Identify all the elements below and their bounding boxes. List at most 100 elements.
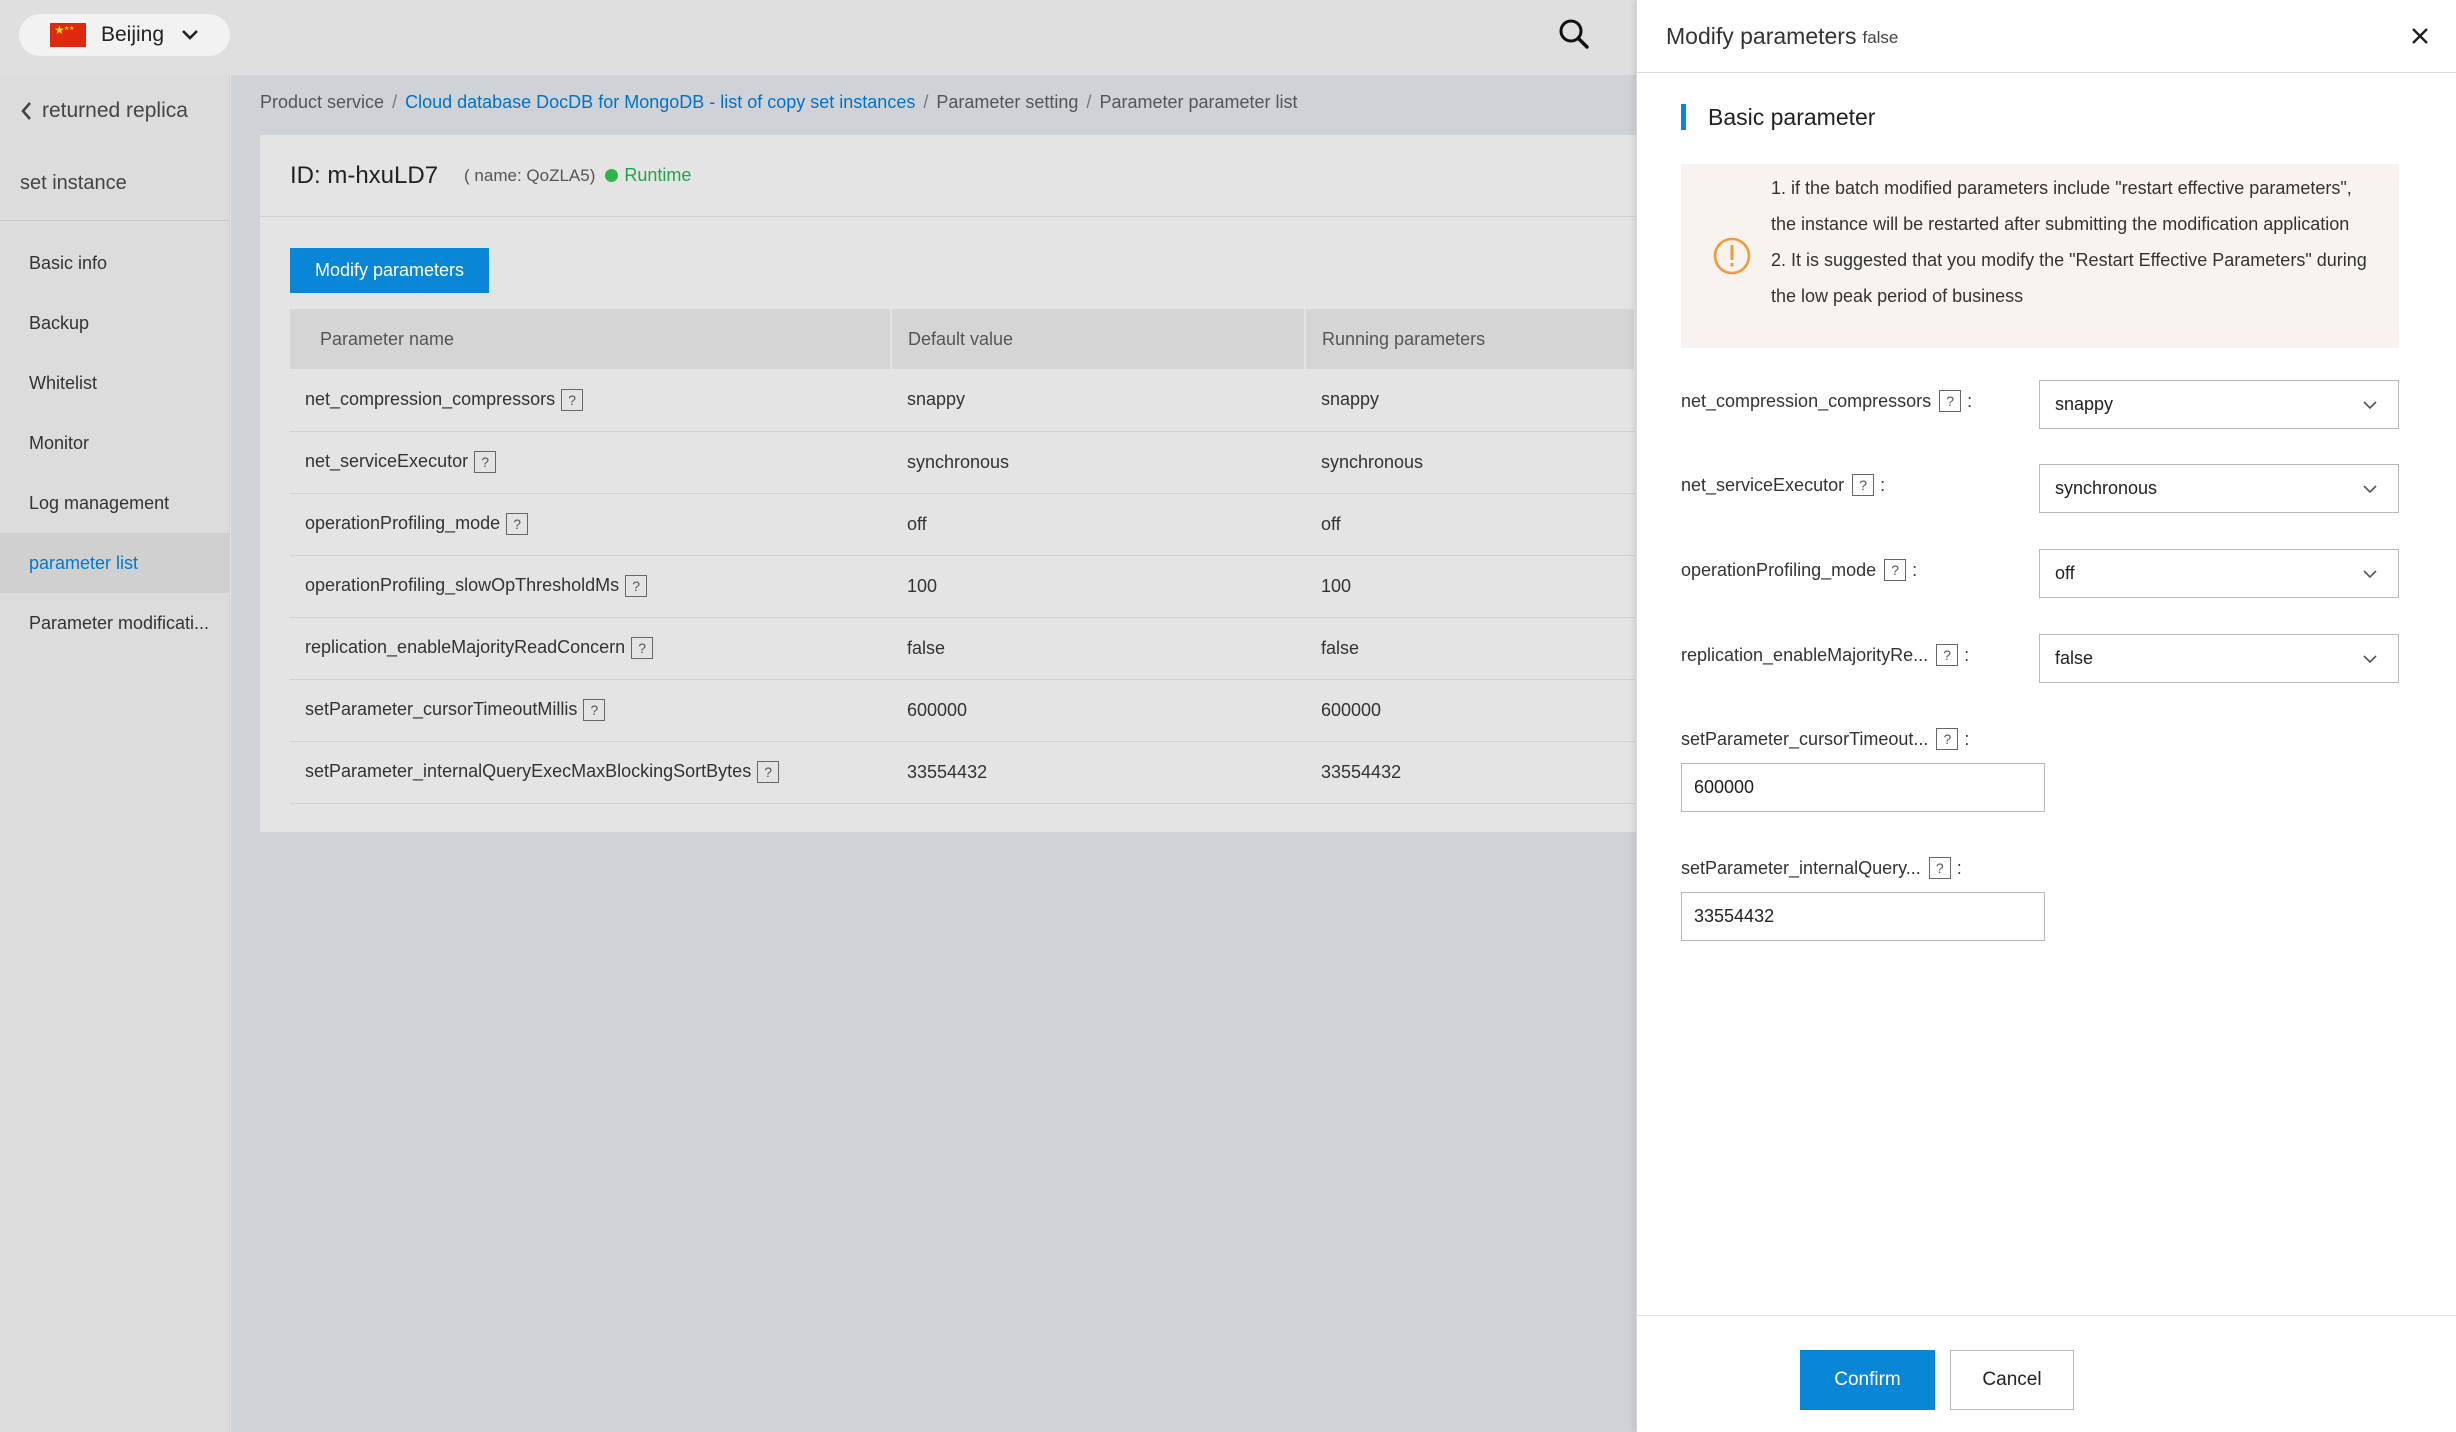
help-icon[interactable]: ? [1928,857,1951,879]
help-icon[interactable]: ? [506,513,529,536]
top-bar: Beijing [0,0,1636,75]
internal-query-sort-bytes-input[interactable] [1681,892,2045,941]
drawer-header: Modify parameters false [1637,0,2456,73]
param-name: replication_enableMajorityReadConcern [305,636,626,657]
column-header: Parameter name [290,309,892,369]
status-dot-icon [605,169,619,182]
breadcrumb-item[interactable]: Parameter setting [936,92,1078,112]
modify-parameters-button[interactable]: Modify parameters [290,248,489,293]
help-icon[interactable]: ? [1884,559,1907,581]
running-value-cell: false [1305,617,1635,680]
form-field: net_compression_compressors?: snappy [1681,380,2399,429]
status-badge: Runtime [624,165,692,185]
sidebar-item-whitelist[interactable]: Whitelist [0,353,229,413]
chevron-left-icon [20,101,32,121]
select-value: false [2055,648,2094,668]
running-value-cell: synchronous [1305,431,1635,494]
param-name: net_serviceExecutor [305,450,469,471]
sidebar-item-parameter-list[interactable]: parameter list [0,533,229,593]
confirm-button[interactable]: Confirm [1800,1350,1935,1410]
instance-id: ID: m-hxuLD7 [290,161,439,189]
help-icon[interactable]: ? [625,575,648,598]
instance-card: ID: m-hxuLD7 ( name: QoZLA5) Runtime Mod… [260,135,1636,832]
sidebar-item-basic-info[interactable]: Basic info [0,233,229,293]
help-icon[interactable]: ? [1936,644,1959,666]
field-label-text: setParameter_internalQuery... [1681,857,1921,878]
help-icon[interactable]: ? [1936,728,1959,750]
form-field: operationProfiling_mode?: off [1681,549,2399,598]
notice-line: 2. It is suggested that you modify the "… [1771,250,2367,306]
column-header: Default value [891,309,1306,369]
param-name: net_compression_compressors [305,388,556,409]
net-compression-select[interactable]: snappy [2039,380,2399,429]
breadcrumb-item[interactable]: Product service [260,92,384,112]
field-label: setParameter_internalQuery...?: [1681,857,1962,879]
breadcrumb-separator: / [392,92,398,112]
sidebar-menu: Basic info Backup Whitelist Monitor Log … [0,221,229,653]
china-flag-icon [50,23,86,47]
sidebar-item-parameter-modification[interactable]: Parameter modificati... [0,593,229,653]
param-name: operationProfiling_mode [305,512,501,533]
help-icon[interactable]: ? [561,388,584,411]
majority-read-concern-select[interactable]: false [2039,634,2399,683]
back-link-label: returned replica [42,99,188,122]
field-label: net_compression_compressors?: [1681,390,1972,412]
field-colon: : [1967,390,1973,411]
chevron-down-icon [2363,570,2377,579]
back-link[interactable]: returned replica [0,75,229,147]
notice-line: 1. if the batch modified parameters incl… [1771,178,2352,234]
param-name-cell: operationProfiling_slowOpThresholdMs? [290,555,891,618]
region-selector[interactable]: Beijing [19,14,230,56]
help-icon[interactable]: ? [583,699,606,722]
running-value-cell: off [1305,493,1635,556]
drawer-footer: Confirm Cancel [1637,1315,2456,1432]
drawer-title: Modify parameters [1666,22,1857,49]
param-name: setParameter_internalQueryExecMaxBlockin… [305,760,752,781]
param-name-cell: operationProfiling_mode? [290,493,891,556]
field-colon: : [1964,644,1970,665]
form-field: setParameter_internalQuery...?: [1681,857,2399,941]
close-button[interactable] [2408,24,2432,48]
select-value: off [2055,563,2075,583]
select-value: snappy [2055,394,2114,414]
help-icon[interactable]: ? [1939,390,1962,412]
region-name: Beijing [101,23,165,46]
field-label: net_serviceExecutor?: [1681,474,1885,496]
default-value-cell: false [891,617,1305,680]
running-value-cell: 600000 [1305,679,1635,742]
help-icon[interactable]: ? [757,761,780,784]
default-value-cell: 600000 [891,679,1305,742]
field-colon: : [1964,728,1970,749]
form-field: setParameter_cursorTimeout...?: [1681,728,2399,812]
param-name-cell: setParameter_cursorTimeoutMillis? [290,679,891,742]
cursor-timeout-input[interactable] [1681,763,2045,812]
chevron-down-icon [2363,655,2377,664]
sidebar-item-log-management[interactable]: Log management [0,473,229,533]
param-name-cell: setParameter_internalQueryExecMaxBlockin… [290,741,891,804]
help-icon[interactable]: ? [474,451,497,474]
help-icon[interactable]: ? [631,637,654,660]
default-value-cell: synchronous [891,431,1305,494]
field-label-text: net_compression_compressors [1681,390,1932,411]
field-colon: : [1956,857,1962,878]
operation-profiling-mode-select[interactable]: off [2039,549,2399,598]
sidebar: returned replica set instance Basic info… [0,75,230,1432]
cancel-button[interactable]: Cancel [1950,1350,2074,1410]
column-header: Running parameters [1305,309,1636,369]
sidebar-item-backup[interactable]: Backup [0,293,229,353]
field-label-text: replication_enableMajorityRe... [1681,644,1929,665]
running-value-cell: 100 [1305,555,1635,618]
field-label-text: operationProfiling_mode [1681,559,1877,580]
help-icon[interactable]: ? [1852,474,1875,496]
field-label: setParameter_cursorTimeout...?: [1681,728,1969,750]
breadcrumb: Product service / Cloud database DocDB for… [260,92,1298,113]
net-service-executor-select[interactable]: synchronous [2039,464,2399,513]
modify-parameters-drawer: Modify parameters false Basic parameter … [1636,0,2456,1432]
sidebar-item-monitor[interactable]: Monitor [0,413,229,473]
field-label-text: net_serviceExecutor [1681,474,1845,495]
table-row: operationProfiling_mode? off off [290,493,1635,556]
param-name: setParameter_cursorTimeoutMillis [305,698,578,719]
table-row: net_compression_compressors? snappy snap… [290,369,1635,432]
search-button[interactable] [1556,17,1592,53]
breadcrumb-item[interactable]: Cloud database DocDB for MongoDB - list … [405,92,915,112]
